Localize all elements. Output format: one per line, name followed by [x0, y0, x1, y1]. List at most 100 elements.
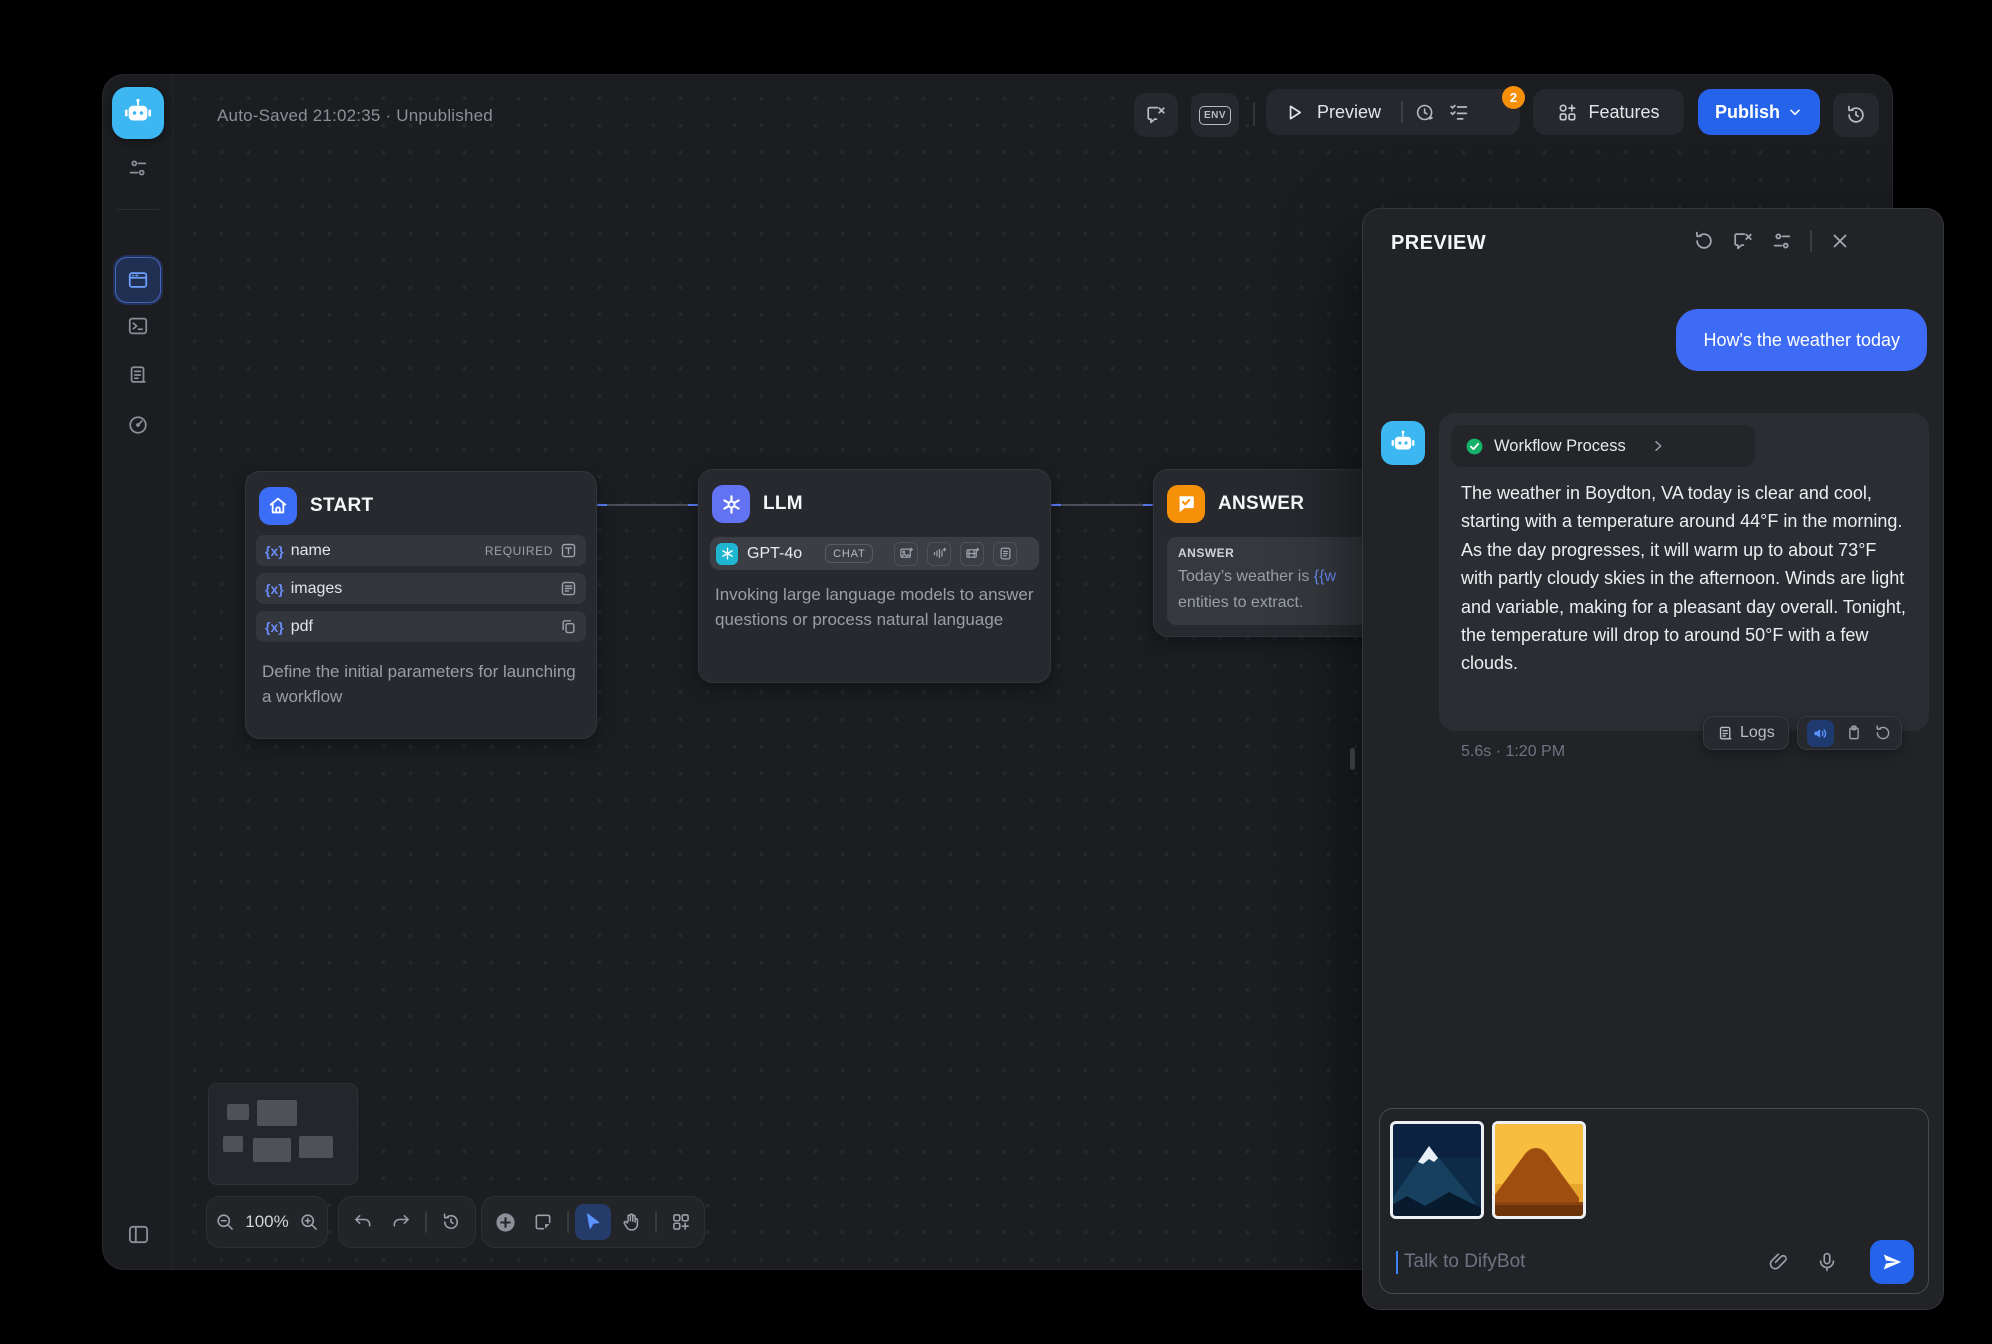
node-llm-description: Invoking large language models to answer…: [699, 570, 1050, 632]
copy-icon[interactable]: [1845, 724, 1863, 742]
sidebar-item-logs-icon[interactable]: [126, 363, 150, 387]
annotation-button[interactable]: [1134, 93, 1178, 137]
answer-variable-token: {{w: [1314, 568, 1336, 585]
edge-start-llm: [597, 504, 698, 506]
chat-input-row: [1396, 1240, 1734, 1284]
env-variables-button[interactable]: ENV: [1191, 93, 1239, 137]
vision-capability-icon: [894, 542, 918, 566]
sidebar-item-terminal-icon[interactable]: [126, 314, 150, 338]
voice-input-icon[interactable]: [1816, 1251, 1838, 1273]
send-message-button[interactable]: [1870, 1240, 1914, 1284]
zoom-controls: 100%: [206, 1196, 328, 1248]
pointer-mode-icon[interactable]: [575, 1204, 611, 1240]
version-history-button[interactable]: [1833, 93, 1879, 137]
chevron-down-icon: [1787, 104, 1803, 120]
conversation-settings-icon[interactable]: [1771, 230, 1793, 252]
checklist-count-badge: 2: [1502, 86, 1525, 109]
chat-input-container: [1379, 1108, 1929, 1294]
group-divider: [1401, 101, 1403, 123]
sidebar-item-monitoring-icon[interactable]: [126, 413, 150, 437]
text-input-type-icon: [560, 542, 577, 559]
toolbar-divider: [425, 1211, 427, 1233]
add-node-icon[interactable]: [487, 1204, 523, 1240]
chat-input[interactable]: [1404, 1251, 1734, 1273]
toolbar-divider: [655, 1211, 657, 1233]
success-check-icon: [1465, 437, 1484, 456]
change-history-icon[interactable]: [433, 1204, 469, 1240]
answer-bubble-icon: [1167, 485, 1205, 523]
annotation-icon[interactable]: [1732, 230, 1754, 252]
message-tools: [1797, 716, 1902, 750]
node-start-title: START: [310, 495, 373, 517]
preview-panel-title: PREVIEW: [1391, 232, 1486, 255]
run-history-icon[interactable]: [1415, 102, 1436, 123]
run-group: Preview: [1266, 89, 1520, 135]
zoom-in-icon[interactable]: [291, 1204, 327, 1240]
zoom-level[interactable]: 100%: [243, 1212, 291, 1232]
add-note-icon[interactable]: [525, 1204, 561, 1240]
user-message-bubble: How's the weather today: [1676, 309, 1927, 371]
autosave-status: Auto-Saved 21:02:35 · Unpublished: [217, 106, 493, 126]
history-controls: [338, 1196, 476, 1248]
workflow-settings-icon[interactable]: [126, 156, 150, 180]
message-meta: 5.6s · 1:20 PM: [1461, 743, 1565, 761]
undo-icon[interactable]: [345, 1204, 381, 1240]
home-icon: [259, 487, 297, 525]
canvas-minimap[interactable]: [208, 1083, 358, 1185]
audio-capability-icon: [927, 542, 951, 566]
collapse-sidebar-icon[interactable]: [126, 1222, 150, 1246]
features-icon: [1557, 102, 1578, 123]
checklist-icon[interactable]: [1448, 101, 1470, 123]
openai-logo-icon: [716, 543, 738, 565]
bot-message-text: The weather in Boydton, VA today is clea…: [1461, 479, 1911, 678]
node-llm-title: LLM: [763, 493, 803, 515]
tool-controls: [481, 1196, 705, 1248]
variable-token: {x}: [265, 543, 284, 559]
workflow-process-toggle[interactable]: Workflow Process: [1451, 425, 1755, 467]
bot-message-card: Workflow Process The weather in Boydton,…: [1439, 413, 1929, 731]
play-icon[interactable]: [1284, 102, 1305, 123]
attached-image-mountain-night[interactable]: [1390, 1121, 1484, 1219]
paragraph-type-icon: [560, 580, 577, 597]
app-logo-robot-icon[interactable]: [112, 87, 164, 139]
attached-image-mountain-sunset[interactable]: [1492, 1121, 1586, 1219]
publish-label: Publish: [1715, 102, 1780, 123]
panel-resize-handle[interactable]: [1350, 748, 1355, 770]
logs-button[interactable]: Logs: [1703, 716, 1789, 750]
publish-button[interactable]: Publish: [1698, 89, 1820, 135]
start-field-name: {x} name REQUIRED: [256, 535, 586, 566]
attach-file-icon[interactable]: [1768, 1251, 1790, 1273]
organize-nodes-icon[interactable]: [663, 1204, 699, 1240]
preview-panel-actions: [1693, 230, 1851, 252]
node-answer-title: ANSWER: [1218, 493, 1304, 515]
required-tag: REQUIRED: [485, 544, 553, 558]
features-label: Features: [1588, 102, 1659, 123]
features-button[interactable]: Features: [1533, 89, 1684, 135]
logs-icon: [1717, 725, 1734, 742]
regenerate-icon[interactable]: [1874, 724, 1892, 742]
node-start-header: START: [246, 472, 596, 535]
workflow-process-label: Workflow Process: [1494, 437, 1626, 456]
close-panel-icon[interactable]: [1829, 230, 1851, 252]
text-caret: [1396, 1251, 1398, 1274]
video-capability-icon: [960, 542, 984, 566]
env-label: ENV: [1199, 106, 1231, 125]
hand-mode-icon[interactable]: [613, 1204, 649, 1240]
node-llm[interactable]: LLM GPT-4o CHAT Invoking large language …: [698, 469, 1051, 683]
panel-header-divider: [1810, 230, 1812, 252]
restart-conversation-icon[interactable]: [1693, 230, 1715, 252]
sidebar-item-orchestrate[interactable]: [115, 257, 161, 303]
llm-model-row[interactable]: GPT-4o CHAT: [710, 537, 1039, 570]
zoom-out-icon[interactable]: [207, 1204, 243, 1240]
document-capability-icon: [993, 542, 1017, 566]
node-start[interactable]: START {x} name REQUIRED {x} images {x} p…: [245, 471, 597, 739]
edge-llm-answer: [1051, 504, 1153, 506]
start-field-pdf: {x} pdf: [256, 611, 586, 642]
llm-brain-icon: [712, 485, 750, 523]
send-icon: [1881, 1251, 1903, 1273]
header-divider: [1253, 102, 1255, 126]
preview-run-button[interactable]: Preview: [1317, 102, 1381, 123]
text-to-speech-icon[interactable]: [1807, 720, 1834, 747]
redo-icon[interactable]: [383, 1204, 419, 1240]
sidebar: [103, 75, 173, 1269]
